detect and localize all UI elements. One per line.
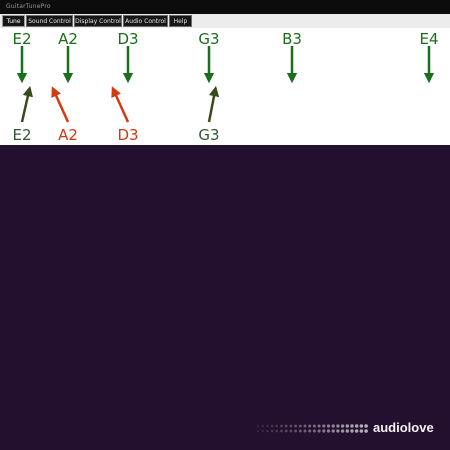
tab-audio-control[interactable]: Audio Control <box>123 15 168 27</box>
detected-arrow-g3 <box>207 85 220 123</box>
watermark-dot <box>322 429 326 433</box>
detected-arrow-a2 <box>51 86 70 123</box>
watermark-dot <box>326 424 331 428</box>
watermark-dot <box>326 429 331 433</box>
detected-note-g3: G3 <box>198 126 220 144</box>
watermark-dot <box>308 429 312 433</box>
tab-display-control[interactable]: Display Control <box>74 15 122 27</box>
watermark-dot <box>275 429 279 433</box>
watermark-dot <box>331 424 335 428</box>
watermark-dot <box>284 424 288 428</box>
watermark-dot <box>359 429 364 433</box>
watermark-dot <box>270 429 274 433</box>
detected-note-a2: A2 <box>58 126 78 144</box>
detected-arrow-e2 <box>20 85 33 123</box>
watermark-dot <box>312 429 316 433</box>
watermark-dot <box>340 429 345 433</box>
target-note-g3: G3 <box>198 30 220 48</box>
watermark-dot <box>294 424 298 428</box>
watermark-dot <box>317 429 321 433</box>
watermark-dot <box>364 424 368 428</box>
target-note-b3: B3 <box>282 30 302 48</box>
tuner-panel: E2 A2 D3 G3 B3 E4 E2 A2 D3 G3 <box>0 28 450 145</box>
watermark-dot <box>336 429 340 433</box>
watermark-dot <box>354 429 359 433</box>
watermark-dot <box>350 429 354 433</box>
watermark-dot <box>345 429 349 433</box>
watermark-dot <box>317 424 321 428</box>
target-note-a2: A2 <box>58 30 78 48</box>
watermark-dot <box>280 424 283 428</box>
watermark-dot <box>266 429 269 433</box>
watermark-dot <box>298 424 302 428</box>
watermark-dots <box>256 424 368 433</box>
watermark-dot <box>308 424 312 428</box>
watermark-dot <box>303 424 307 428</box>
watermark-dot <box>256 424 260 428</box>
tab-help[interactable]: Help <box>169 15 192 27</box>
watermark-dot <box>364 429 368 433</box>
watermark-dot <box>354 424 359 428</box>
watermark-dot <box>275 424 279 428</box>
watermark-dot <box>270 424 274 428</box>
watermark-dot <box>331 429 335 433</box>
watermark-dot <box>289 429 293 433</box>
detected-note-e2: E2 <box>12 126 32 144</box>
target-note-e4: E4 <box>419 30 439 48</box>
watermark-dot <box>298 429 302 433</box>
watermark-dot <box>336 424 340 428</box>
watermark-dot <box>289 424 293 428</box>
detected-arrow-d3 <box>111 86 130 123</box>
watermark-dot <box>261 429 264 433</box>
watermark-dot <box>303 429 307 433</box>
watermark-dot <box>345 424 349 428</box>
watermark-dot <box>261 424 264 428</box>
watermark-dot <box>350 424 354 428</box>
watermark-dot <box>280 429 283 433</box>
window-title: GuitarTunePro <box>0 0 450 14</box>
target-note-e2: E2 <box>12 30 32 48</box>
watermark-dot <box>312 424 316 428</box>
watermark-dot <box>322 424 326 428</box>
watermark-dot <box>256 429 260 433</box>
watermark-dot <box>284 429 288 433</box>
detected-note-d3: D3 <box>117 126 139 144</box>
tab-bar: Tune Sound Control Display Control Audio… <box>0 14 450 29</box>
spectrum-visualizer <box>0 145 450 450</box>
watermark-dot <box>266 424 269 428</box>
target-note-d3: D3 <box>117 30 139 48</box>
tab-tune[interactable]: Tune <box>2 15 25 27</box>
watermark-logo: audiolove <box>373 420 434 435</box>
watermark-dot <box>359 424 364 428</box>
tab-sound-control[interactable]: Sound Control <box>26 15 73 27</box>
watermark-dot <box>340 424 345 428</box>
watermark-dot <box>294 429 298 433</box>
